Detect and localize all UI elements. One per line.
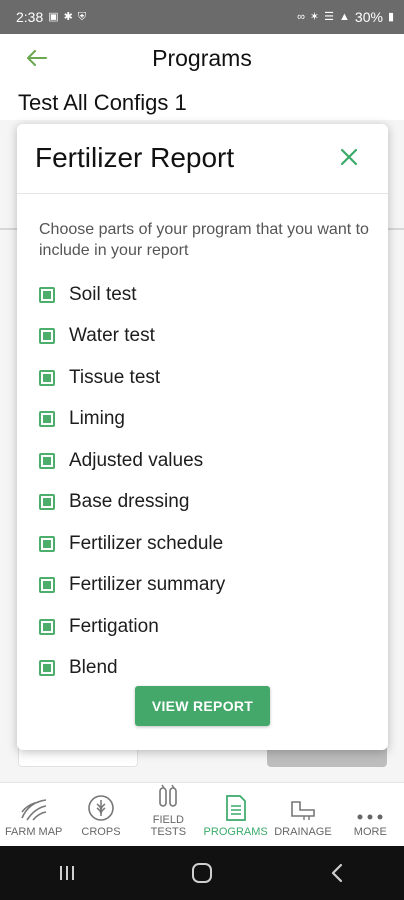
view-report-button[interactable]: VIEW REPORT (135, 686, 270, 726)
option-label: Liming (69, 408, 125, 430)
option-water-test[interactable]: Water test (39, 316, 369, 358)
link-icon: ∞ (297, 10, 305, 23)
nav-crops[interactable]: CROPS (67, 783, 134, 846)
nav-field-tests[interactable]: FIELD TESTS (135, 783, 202, 846)
option-label: Fertilizer schedule (69, 532, 224, 554)
app-header: Programs (0, 34, 404, 82)
battery-icon: ▮ (387, 10, 394, 23)
home-button[interactable] (172, 853, 232, 893)
checkmark-icon (43, 332, 51, 341)
checkbox[interactable] (39, 452, 55, 469)
nav-more[interactable]: MORE (337, 783, 404, 846)
checkbox[interactable] (39, 618, 55, 635)
arrow-left-icon (27, 50, 47, 66)
option-soil-test[interactable]: Soil test (39, 274, 369, 316)
checkbox[interactable] (39, 660, 55, 677)
checkbox[interactable] (39, 535, 55, 552)
dialog-title: Fertilizer Report (35, 142, 235, 173)
nav-label: CROPS (81, 826, 121, 838)
status-time: 2:38 (16, 9, 44, 25)
signal-icon: ▲ (339, 10, 350, 23)
checkbox[interactable] (39, 369, 55, 386)
option-blend[interactable]: Blend (39, 648, 369, 690)
gallery-icon: ▣ (48, 10, 59, 23)
bluetooth-icon: ✶ (309, 10, 320, 23)
nav-label: MORE (353, 826, 387, 838)
back-system-button[interactable] (307, 853, 367, 893)
nav-farm-map[interactable]: FARM MAP (0, 783, 67, 846)
option-label: Soil test (69, 283, 137, 305)
checkbox[interactable] (39, 328, 55, 345)
nav-label: DRAINAGE (274, 826, 332, 838)
farm-map-icon (19, 792, 49, 822)
option-fertilizer-schedule[interactable]: Fertilizer schedule (39, 523, 369, 565)
option-label: Fertilizer summary (69, 574, 226, 596)
more-icon (355, 792, 385, 822)
pinwheel-icon: ✱ (63, 10, 73, 23)
option-label: Base dressing (69, 491, 190, 513)
dialog-instructions: Choose parts of your program that you wa… (39, 221, 369, 259)
close-icon (340, 148, 358, 166)
nav-label: PROGRAMS (203, 826, 268, 838)
report-options-list: Soil test Water test Tissue test Liming … (39, 274, 369, 689)
checkmark-icon (43, 456, 51, 465)
option-base-dressing[interactable]: Base dressing (39, 482, 369, 524)
dialog-header: Fertilizer Report (17, 124, 388, 194)
option-label: Water test (69, 325, 155, 347)
checkmark-icon (43, 581, 51, 590)
option-fertilizer-summary[interactable]: Fertilizer summary (39, 565, 369, 607)
option-tissue-test[interactable]: Tissue test (39, 357, 369, 399)
fertilizer-report-dialog: Fertilizer Report Choose parts of your p… (17, 124, 388, 750)
crops-icon (87, 792, 115, 822)
nav-drainage[interactable]: DRAINAGE (269, 783, 336, 846)
shield-icon: ⛨ (77, 10, 87, 23)
program-name: Test All Configs 1 (18, 90, 187, 115)
checkmark-icon (43, 415, 51, 424)
recent-apps-icon (60, 866, 75, 880)
option-label: Tissue test (69, 366, 161, 388)
nav-programs[interactable]: PROGRAMS (202, 783, 269, 846)
checkbox[interactable] (39, 286, 55, 303)
field-tests-icon (154, 782, 182, 810)
drainage-icon (288, 792, 318, 822)
wifi-icon: ☰ (324, 10, 335, 23)
option-liming[interactable]: Liming (39, 399, 369, 441)
battery-percent: 30% (354, 9, 383, 25)
checkmark-icon (43, 664, 51, 673)
checkmark-icon (43, 373, 51, 382)
status-bar: 2:38 ▣ ✱ ⛨ ∞ ✶ ☰ ▲ 30% ▮ (0, 0, 404, 34)
recent-apps-button[interactable] (37, 853, 97, 893)
checkmark-icon (43, 539, 51, 548)
option-label: Adjusted values (69, 449, 204, 471)
option-adjusted-values[interactable]: Adjusted values (39, 440, 369, 482)
checkmark-icon (43, 622, 51, 631)
option-fertigation[interactable]: Fertigation (39, 606, 369, 648)
system-navigation-bar (0, 846, 404, 900)
nav-label: FIELD TESTS (150, 814, 187, 838)
checkbox[interactable] (39, 411, 55, 428)
checkbox[interactable] (39, 494, 55, 511)
home-icon (191, 863, 212, 883)
page-header-title: Programs (152, 44, 252, 71)
programs-icon (224, 792, 248, 822)
checkbox[interactable] (39, 577, 55, 594)
checkmark-icon (43, 498, 51, 507)
close-button[interactable] (336, 144, 362, 170)
checkmark-icon (43, 290, 51, 299)
option-label: Blend (69, 657, 118, 679)
back-button[interactable] (22, 44, 52, 72)
option-label: Fertigation (69, 615, 159, 637)
chevron-left-icon (331, 863, 342, 883)
bottom-navigation: FARM MAP CROPS FIELD TESTS PROGRAMS DRAI… (0, 782, 404, 846)
nav-label: FARM MAP (4, 826, 63, 838)
